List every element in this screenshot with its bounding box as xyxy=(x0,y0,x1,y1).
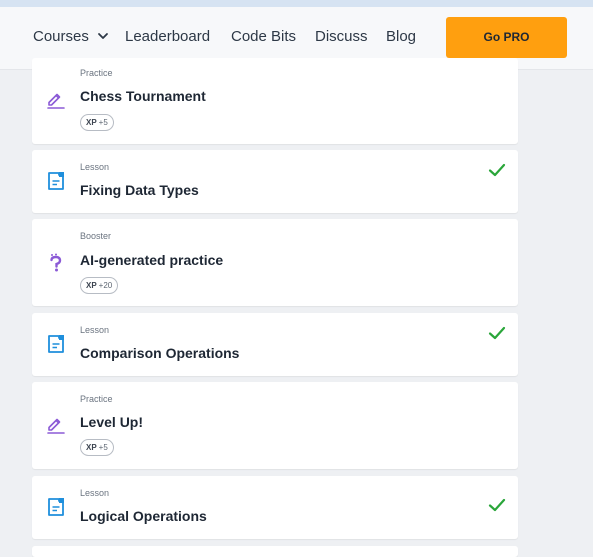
xp-badge: XP +20 xyxy=(80,277,119,294)
nav-courses-menu[interactable]: Courses xyxy=(33,28,109,46)
card-title: Chess Tournament xyxy=(80,88,206,104)
card-type-label: Practice xyxy=(80,68,113,78)
nav-blog-link[interactable]: Blog xyxy=(386,28,416,46)
xp-label: XP xyxy=(86,443,97,452)
lesson-document-icon xyxy=(48,498,64,516)
card-title: Fixing Data Types xyxy=(80,182,199,198)
card-booster-ai-generated-practice[interactable]: Booster AI-generated practice XP +20 xyxy=(32,219,518,306)
xp-label: XP xyxy=(86,118,97,127)
nav-discuss-link[interactable]: Discuss xyxy=(315,28,368,46)
xp-badge: XP +5 xyxy=(80,114,114,131)
card-title: AI-generated practice xyxy=(80,252,224,268)
card-title: Level Up! xyxy=(80,414,144,430)
lesson-document-icon xyxy=(48,172,64,190)
card-practice-chess-tournament[interactable]: Practice Chess Tournament XP +5 xyxy=(32,58,518,144)
card-title: Comparison Operations xyxy=(80,345,240,361)
lesson-document-icon xyxy=(48,335,64,353)
completed-check-icon xyxy=(488,498,506,512)
card-lesson-fixing-data-types[interactable]: Lesson Fixing Data Types xyxy=(32,150,518,213)
nav-leaderboard-link[interactable]: Leaderboard xyxy=(125,28,210,46)
card-type-label: Practice xyxy=(80,394,113,404)
nav-courses-label: Courses xyxy=(33,28,89,45)
practice-pencil-icon xyxy=(47,418,65,434)
xp-value: +20 xyxy=(98,281,113,290)
card-type-label: Lesson xyxy=(80,162,110,172)
top-strip xyxy=(0,0,593,7)
nav-code-bits-link[interactable]: Code Bits xyxy=(231,28,296,46)
practice-pencil-icon xyxy=(47,93,65,109)
card-type-label: Booster xyxy=(80,231,112,241)
card-lesson-logical-operations[interactable]: Lesson Logical Operations xyxy=(32,476,518,539)
card-type-label: Lesson xyxy=(80,325,110,335)
card-next-partial[interactable] xyxy=(32,546,518,557)
booster-question-icon xyxy=(50,253,62,272)
chevron-down-icon xyxy=(98,33,108,39)
card-practice-level-up[interactable]: Practice Level Up! XP +5 xyxy=(32,382,518,469)
go-pro-button[interactable]: Go PRO xyxy=(446,17,567,58)
xp-badge: XP +5 xyxy=(80,439,114,456)
completed-check-icon xyxy=(488,326,506,340)
card-title: Logical Operations xyxy=(80,508,207,524)
xp-label: XP xyxy=(86,281,97,290)
card-type-label: Lesson xyxy=(80,488,110,498)
card-lesson-comparison-operations[interactable]: Lesson Comparison Operations xyxy=(32,313,518,376)
xp-value: +5 xyxy=(98,443,108,452)
xp-value: +5 xyxy=(98,118,108,127)
completed-check-icon xyxy=(488,163,506,177)
